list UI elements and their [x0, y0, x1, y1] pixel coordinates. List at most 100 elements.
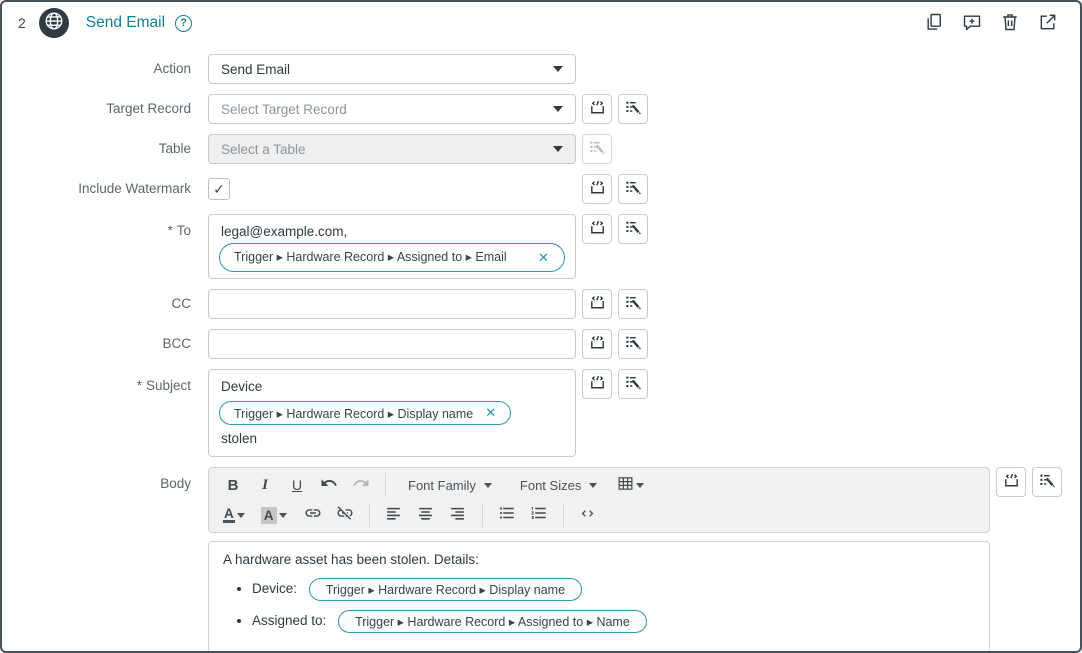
- unlink-icon: [336, 504, 354, 526]
- chevron-down-icon: [636, 483, 644, 488]
- table-label: Table: [2, 134, 208, 156]
- to-label: *To: [2, 214, 208, 238]
- align-left-icon: [385, 505, 402, 526]
- required-marker: *: [137, 378, 142, 393]
- table-pill-picker-button: [582, 134, 612, 164]
- chevron-down-icon: [279, 513, 287, 518]
- action-select-value: Send Email: [221, 62, 290, 77]
- table-placeholder: Select a Table: [221, 142, 306, 157]
- action-form: Action Send Email Target Record Select T…: [2, 54, 1080, 653]
- checkmark-icon: ✓: [213, 181, 225, 198]
- align-right-icon: [449, 505, 466, 526]
- to-field[interactable]: legal@example.com, Trigger ▸ Hardware Re…: [208, 214, 576, 279]
- subject-text-after[interactable]: stolen: [219, 428, 565, 450]
- bcc-scripting-button[interactable]: [582, 329, 612, 359]
- table-grid-icon: [617, 475, 634, 496]
- numbered-list-icon: [530, 504, 548, 526]
- italic-button[interactable]: I: [253, 472, 277, 498]
- link-icon: [304, 504, 322, 526]
- subject-field[interactable]: Device Trigger ▸ Hardware Record ▸ Displ…: [208, 369, 576, 457]
- background-color-dropdown[interactable]: A: [259, 502, 293, 528]
- data-pill-picker-icon: [624, 218, 643, 240]
- to-scripting-button[interactable]: [582, 214, 612, 244]
- data-pill-picker-icon: [624, 333, 643, 355]
- add-comment-button[interactable]: [960, 11, 984, 35]
- data-pill-picker-icon: [588, 138, 607, 160]
- bcc-input[interactable]: [208, 329, 576, 359]
- bcc-pill-picker-button[interactable]: [618, 329, 648, 359]
- to-pill-picker-button[interactable]: [618, 214, 648, 244]
- bcc-label: BCC: [2, 329, 208, 351]
- form-row-include-watermark: Include Watermark ✓: [2, 174, 1080, 204]
- body-scripting-button[interactable]: [996, 467, 1026, 497]
- toggle-scripting-icon: [588, 293, 607, 315]
- include-watermark-checkbox[interactable]: ✓: [208, 178, 230, 200]
- to-text[interactable]: legal@example.com,: [219, 221, 565, 243]
- action-select[interactable]: Send Email: [208, 54, 576, 84]
- source-code-button[interactable]: [576, 502, 600, 528]
- to-data-pill[interactable]: Trigger ▸ Hardware Record ▸ Assigned to …: [219, 243, 565, 272]
- target-record-scripting-button[interactable]: [582, 94, 612, 124]
- subject-data-pill[interactable]: Trigger ▸ Hardware Record ▸ Display name…: [219, 401, 511, 425]
- remove-pill-icon[interactable]: ✕: [485, 405, 496, 421]
- open-in-new-button[interactable]: [1036, 11, 1060, 35]
- data-pill-picker-icon: [624, 98, 643, 120]
- subject-pill-picker-button[interactable]: [618, 369, 648, 399]
- redo-button: [349, 472, 373, 498]
- underline-button[interactable]: U: [285, 472, 309, 498]
- insert-link-button[interactable]: [301, 502, 325, 528]
- chevron-down-icon: [589, 483, 597, 488]
- chevron-down-icon: [553, 66, 563, 72]
- undo-button[interactable]: [317, 472, 341, 498]
- bullet-list-button[interactable]: [495, 502, 519, 528]
- target-record-label: Target Record: [2, 94, 208, 116]
- action-header: 2 Send Email ?: [2, 2, 1080, 44]
- cc-input[interactable]: [208, 289, 576, 319]
- remove-link-button[interactable]: [333, 502, 357, 528]
- subject-scripting-button[interactable]: [582, 369, 612, 399]
- toggle-scripting-icon: [1002, 471, 1021, 493]
- remove-pill-icon[interactable]: ✕: [538, 250, 549, 266]
- body-data-pill[interactable]: Trigger ▸ Hardware Record ▸ Display name: [309, 578, 582, 601]
- target-record-select[interactable]: Select Target Record: [208, 94, 576, 124]
- numbered-list-button[interactable]: [527, 502, 551, 528]
- body-pill-picker-button[interactable]: [1032, 467, 1062, 497]
- cc-label: CC: [2, 289, 208, 311]
- duplicate-button[interactable]: [922, 11, 946, 35]
- chevron-down-icon: [553, 106, 563, 112]
- data-pill-picker-icon: [624, 373, 643, 395]
- add-comment-icon: [962, 12, 982, 35]
- action-title[interactable]: Send Email: [86, 14, 165, 32]
- help-icon[interactable]: ?: [175, 15, 192, 32]
- align-left-button[interactable]: [382, 502, 406, 528]
- form-row-subject: *Subject Device Trigger ▸ Hardware Recor…: [2, 369, 1080, 457]
- open-in-new-icon: [1038, 12, 1058, 35]
- chevron-down-icon: [484, 483, 492, 488]
- toolbar-divider: [563, 503, 564, 527]
- insert-table-dropdown[interactable]: [615, 472, 650, 498]
- text-color-dropdown[interactable]: A: [221, 502, 251, 528]
- bold-button[interactable]: B: [221, 472, 245, 498]
- align-center-icon: [417, 505, 434, 526]
- form-row-to: *To legal@example.com, Trigger ▸ Hardwar…: [2, 214, 1080, 279]
- list-item: Device: Trigger ▸ Hardware Record ▸ Disp…: [252, 578, 975, 601]
- bullet-list-icon: [498, 504, 516, 526]
- watermark-pill-picker-button[interactable]: [618, 174, 648, 204]
- body-data-pill[interactable]: Trigger ▸ Hardware Record ▸ Assigned to …: [338, 610, 647, 633]
- delete-button[interactable]: [998, 11, 1022, 35]
- font-sizes-dropdown[interactable]: Font Sizes: [510, 472, 607, 498]
- table-select[interactable]: Select a Table: [208, 134, 576, 164]
- align-right-button[interactable]: [446, 502, 470, 528]
- target-record-pill-picker-button[interactable]: [618, 94, 648, 124]
- action-type-badge: [39, 8, 69, 38]
- font-family-dropdown[interactable]: Font Family: [398, 472, 502, 498]
- cc-scripting-button[interactable]: [582, 289, 612, 319]
- watermark-scripting-button[interactable]: [582, 174, 612, 204]
- body-pill-text: Trigger ▸ Hardware Record ▸ Assigned to …: [355, 614, 630, 629]
- cc-pill-picker-button[interactable]: [618, 289, 648, 319]
- align-center-button[interactable]: [414, 502, 438, 528]
- richtext-body-content[interactable]: A hardware asset has been stolen. Detail…: [208, 541, 990, 653]
- subject-text-before[interactable]: Device: [219, 376, 565, 398]
- required-marker: *: [167, 223, 172, 238]
- include-watermark-label: Include Watermark: [2, 174, 208, 196]
